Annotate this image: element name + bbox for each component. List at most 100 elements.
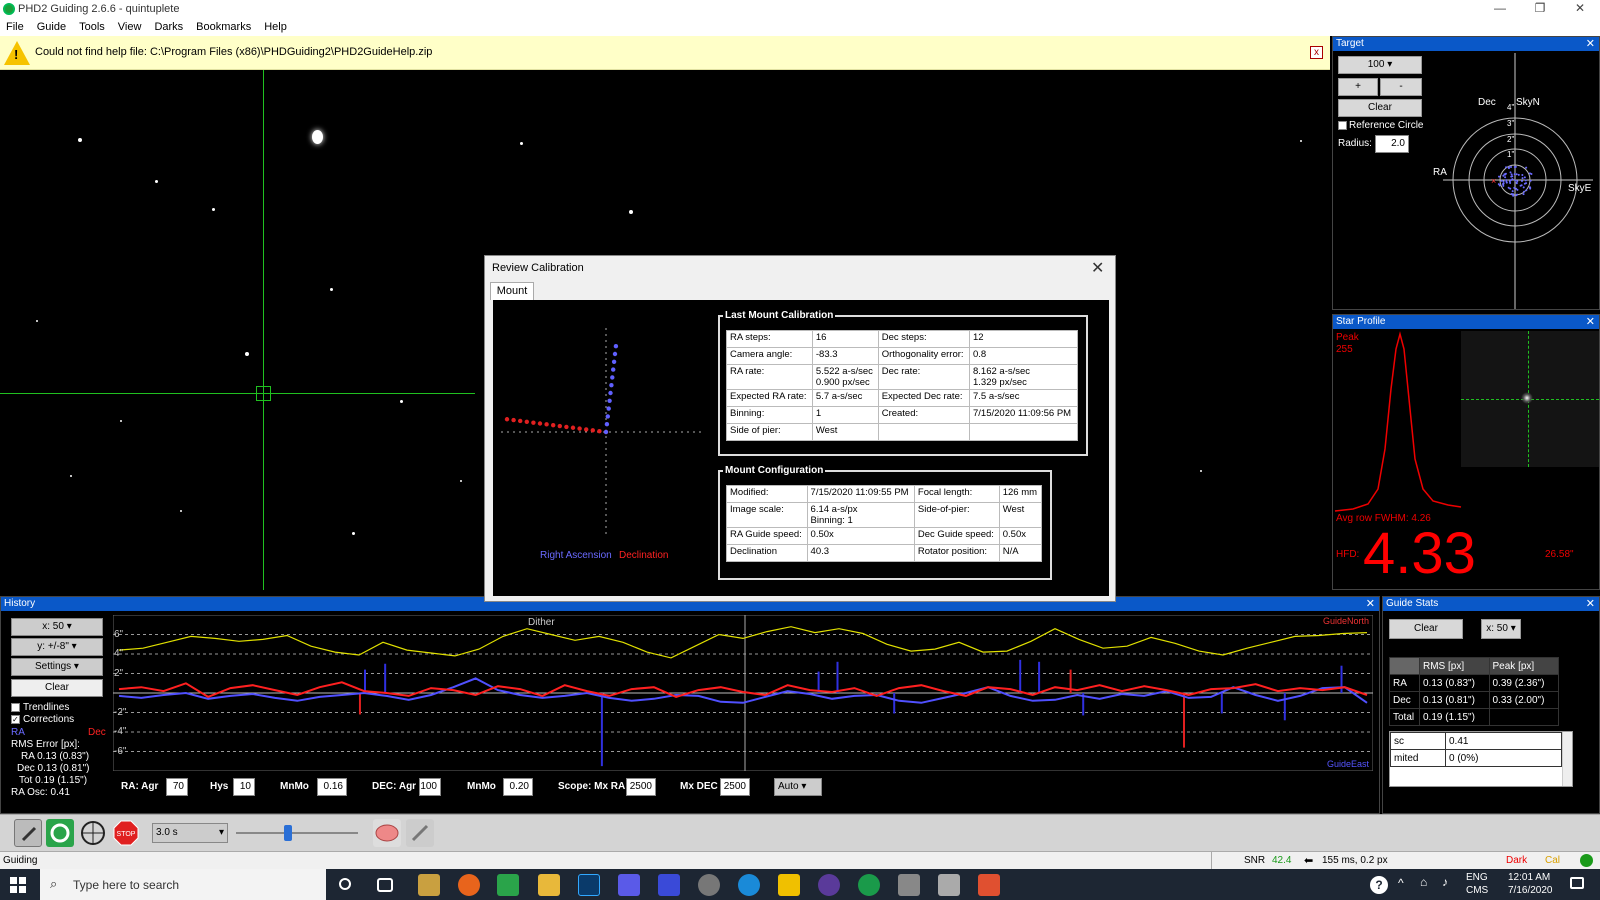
restore-button[interactable]: ❐: [1520, 1, 1560, 17]
ra-min-move-input[interactable]: 0.16: [317, 778, 347, 796]
menu-tools[interactable]: Tools: [79, 21, 105, 33]
max-ra-duration-input[interactable]: 2500: [626, 778, 656, 796]
task-view-icon[interactable]: [377, 878, 393, 892]
history-close-icon[interactable]: ✕: [1366, 597, 1375, 611]
target-point: [1511, 190, 1514, 193]
target-point: [1503, 173, 1506, 176]
dec-calibration-point: [606, 406, 611, 411]
history-y-scale-select[interactable]: y: +/-8" ▾: [11, 638, 103, 656]
app-icon-6[interactable]: [898, 874, 920, 896]
photoshop-icon[interactable]: [578, 874, 600, 896]
guide-east-label: GuideEast: [1327, 759, 1370, 769]
cortana-icon[interactable]: [339, 878, 351, 890]
target-clear-button[interactable]: Clear: [1338, 99, 1422, 117]
close-window-button[interactable]: ✕: [1560, 1, 1600, 17]
target-point: [1522, 193, 1525, 196]
clock-time[interactable]: 12:01 AM: [1508, 872, 1550, 883]
minimize-button[interactable]: —: [1480, 1, 1520, 17]
language-secondary[interactable]: CMS: [1466, 885, 1488, 896]
history-clear-button[interactable]: Clear: [11, 679, 103, 697]
target-close-icon[interactable]: ✕: [1586, 37, 1595, 51]
dec-mode-select[interactable]: Auto ▾: [774, 778, 822, 796]
ra-aggressiveness-input[interactable]: 70: [166, 778, 188, 796]
taskbar-search[interactable]: ⌕ Type here to search: [40, 869, 326, 900]
history-settings-button[interactable]: Settings ▾: [11, 658, 103, 676]
menu-file[interactable]: File: [6, 21, 24, 33]
dialog-close-button[interactable]: ✕: [1091, 258, 1104, 278]
notifications-icon[interactable]: [1570, 877, 1584, 889]
guide-stats-x-select[interactable]: x: 50 ▾: [1481, 619, 1521, 639]
last-cal-cell: Expected Dec rate:: [877, 389, 971, 407]
dec-min-move-input[interactable]: 0.20: [503, 778, 533, 796]
asi-icon[interactable]: [418, 874, 440, 896]
network-icon[interactable]: ⌂: [1420, 875, 1427, 889]
target-point: [1517, 173, 1520, 176]
tab-mount[interactable]: Mount: [490, 282, 534, 300]
snr-value: 42.4: [1272, 855, 1292, 866]
gamma-slider-thumb[interactable]: [284, 825, 292, 841]
guide-stats-extra-list[interactable]: sc 0.41 mited 0 (0%): [1389, 731, 1573, 787]
clock-date[interactable]: 7/16/2020: [1508, 885, 1553, 896]
edge-icon[interactable]: [738, 874, 760, 896]
loop-icon[interactable]: [46, 819, 74, 847]
guide-stats-scrollbar[interactable]: [1562, 732, 1572, 786]
y-tick-label: -2": [114, 706, 127, 718]
reference-circle-checkbox[interactable]: [1338, 121, 1347, 130]
file-explorer-icon[interactable]: [538, 874, 560, 896]
app-icon-7[interactable]: [938, 874, 960, 896]
menu-darks[interactable]: Darks: [154, 21, 183, 33]
corrections-checkbox[interactable]: ✓: [11, 715, 20, 724]
app-icon-2[interactable]: [618, 874, 640, 896]
star-thumbnail: [1461, 331, 1599, 467]
app-icon-5[interactable]: [818, 874, 840, 896]
menu-view[interactable]: View: [118, 21, 142, 33]
menu-guide[interactable]: Guide: [37, 21, 66, 33]
language-primary[interactable]: ENG: [1466, 872, 1488, 883]
sticky-notes-icon[interactable]: [778, 874, 800, 896]
app-icon-8[interactable]: [978, 874, 1000, 896]
help-icon[interactable]: ?: [1370, 876, 1388, 894]
tools-icon[interactable]: [406, 819, 434, 847]
info-close-button[interactable]: x: [1310, 46, 1323, 59]
windows-start-icon[interactable]: [10, 877, 26, 893]
zoom-out-button[interactable]: -: [1380, 78, 1422, 96]
menu-help[interactable]: Help: [264, 21, 287, 33]
guide-stats-close-icon[interactable]: ✕: [1586, 597, 1595, 611]
star-profile-close-icon[interactable]: ✕: [1586, 315, 1595, 329]
app-icon-1[interactable]: [497, 874, 519, 896]
mount-cfg-cell: 126 mm: [998, 485, 1043, 503]
mount-cfg-cell: 40.3: [806, 544, 915, 562]
app-icon-3[interactable]: [658, 874, 680, 896]
gamma-slider[interactable]: [236, 832, 358, 834]
last-cal-row: RA rate: 5.522 a-s/sec 0.900 px/sec Dec ra…: [726, 364, 1078, 390]
radius-input[interactable]: 2.0: [1375, 135, 1409, 153]
firefox-icon[interactable]: [458, 874, 480, 896]
exposure-select[interactable]: 3.0 s ▾: [152, 823, 228, 843]
ra-calibration-point: [511, 417, 516, 423]
max-dec-duration-input[interactable]: 2500: [720, 778, 750, 796]
hfd-label: HFD:: [1336, 549, 1360, 560]
star-profile-curve: [1334, 331, 1462, 512]
phd2-taskbar-icon[interactable]: [858, 874, 880, 896]
zoom-select[interactable]: 100 ▾: [1338, 56, 1422, 74]
dec-aggressiveness-input[interactable]: 100: [419, 778, 441, 796]
history-x-scale-select[interactable]: x: 50 ▾: [11, 618, 103, 636]
brain-icon[interactable]: [373, 819, 401, 847]
warning-icon: !: [4, 41, 30, 65]
menu-bookmarks[interactable]: Bookmarks: [196, 21, 251, 33]
guide-stats-clear-button[interactable]: Clear: [1389, 619, 1463, 639]
ra-hysteresis-input[interactable]: 10: [233, 778, 255, 796]
use-camera-icon[interactable]: [14, 819, 42, 847]
app-icon-4[interactable]: [698, 874, 720, 896]
mount-cfg-cell: Focal length:: [913, 485, 1000, 503]
last-cal-cell: 1: [811, 406, 879, 424]
history-chart: [113, 615, 1373, 771]
guide-icon[interactable]: [79, 819, 107, 847]
last-cal-row: Binning: 1 Created: 7/15/2020 11:09:56 PM: [726, 406, 1078, 424]
zoom-in-button[interactable]: +: [1338, 78, 1378, 96]
trendlines-checkbox[interactable]: [11, 703, 20, 712]
volume-icon[interactable]: ♪: [1442, 875, 1448, 889]
stop-icon[interactable]: STOP: [112, 819, 140, 847]
chevron-up-icon[interactable]: ^: [1398, 876, 1404, 890]
target-title: Target ✕: [1333, 37, 1599, 51]
